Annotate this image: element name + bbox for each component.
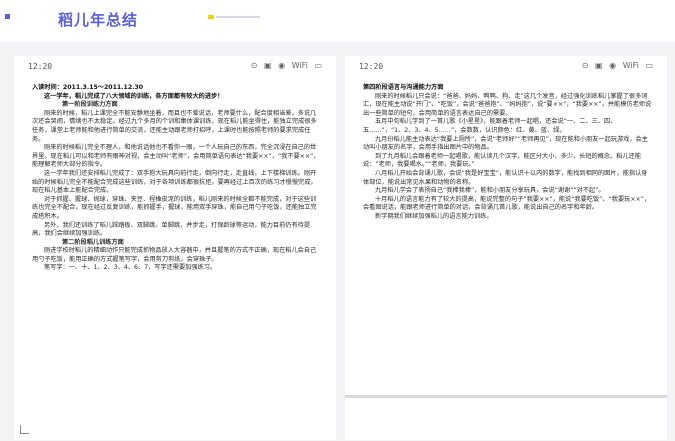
doc-paragraph: 新学期我们继续加强稻儿的语言能力训练。 (375, 212, 493, 220)
doc-paragraph: 这一学年我们还安排稻儿完成了：双手抱大玩具向前行走，倒向行走，走直线，上下楼梯训… (32, 169, 317, 195)
scroll-indicator[interactable] (345, 395, 667, 398)
alarm-icon: ⊙ (250, 61, 258, 70)
content-stage: 12:20 ⊙ ▣ ◉ WiFi ▭ 入读时间：2011.3.15～2011.1… (0, 42, 675, 441)
doc-paragraph: 五月中旬稻儿学到了一首儿歌《小星星》，能跟着老师一起唱，还会说“一、二、三、四、… (363, 118, 617, 134)
crop-corner (20, 425, 29, 434)
document-text: 入读时间：2011.3.15～2011.12.30 这一学年，稻儿完成了八大领域… (32, 84, 322, 273)
doc-paragraph: 刚来的时候稻儿完全不理人，和他说话他也不看你一眼，一个人玩自己的东西，完全沉浸在… (32, 144, 320, 169)
nfc-icon: ▣ (264, 61, 272, 70)
doc-paragraph: 九月份稻儿能主动表达“我要上厕所”，会说“老师好”“老师再见”，现在能和小朋友一… (363, 135, 648, 152)
header-bar: 稻儿年总结 (0, 0, 675, 40)
wifi-icon: WiFi (622, 61, 639, 70)
status-time: 12:20 (28, 62, 53, 71)
title-underline (216, 16, 260, 18)
doc-section-heading: 第一阶段训练力方面 (62, 101, 118, 109)
document-text: 第四阶段语言与沟通能力方面 刚来的时候稻儿只会说：“爸爸、妈妈、鸭鸭、狗、走”这… (363, 84, 653, 222)
wifi-icon: WiFi (291, 61, 308, 70)
doc-paragraph: 刚来的时候，稻儿上课完全不能安静地坐着，而且也不爱说话，老师要什么，配合度相当差… (32, 109, 317, 143)
phone-screenshot-left: 12:20 ⊙ ▣ ◉ WiFi ▭ 入读时间：2011.3.15～2011.1… (14, 56, 336, 440)
doc-paragraph: 笔写字：一、十、1、2、3、4、6、7，写字还需要加强练习。 (44, 264, 217, 272)
status-time: 12:20 (359, 62, 384, 71)
doc-paragraph: 刚来的时候稻儿只会说：“爸爸、妈妈、鸭鸭、狗、走”这几个发音，经过强化训练稻儿掌… (363, 92, 652, 117)
battery-icon: ▭ (314, 61, 322, 70)
doc-section-heading: 第四阶段语言与沟通能力方面 (363, 84, 444, 91)
page-title: 稻儿年总结 (58, 11, 139, 29)
doc-paragraph: 九月稻儿学会了表扬自己“我棒我棒”，能和小朋友分享玩具，会说“谢谢”“对不起”。 (375, 187, 605, 195)
phone-screenshot-right: 12:20 ⊙ ▣ ◉ WiFi ▭ 第四阶段语言与沟通能力方面 刚来的时候稻儿… (345, 56, 667, 440)
doc-paragraph: 到了九月稻儿会跟着老师一起唱歌，能认读几个汉字，能区分大小、多少、长短的概念。稻… (363, 152, 642, 169)
signal-icon: ◉ (609, 61, 617, 70)
status-bar: 12:20 ⊙ ▣ ◉ WiFi ▭ (14, 56, 336, 78)
alarm-icon: ⊙ (581, 61, 589, 70)
doc-date: 入读时间：2011.3.15～2011.12.30 (32, 84, 144, 91)
status-icons: ⊙ ▣ ◉ WiFi ▭ (578, 61, 653, 70)
doc-paragraph: 另外，我们还训练了稻儿踩踏板、双脚跳、单脚跳，并步走，打保龄球等运动，能力目前仍… (32, 221, 311, 238)
doc-section-heading: 第二阶段稻儿训练方面 (62, 238, 124, 246)
nfc-icon: ▣ (595, 61, 603, 70)
doc-summary: 这一学年，稻儿完成了八大领域的训练，各方面都有较大的进步！ (44, 92, 224, 100)
header-marker (5, 14, 10, 19)
signal-icon: ◉ (278, 61, 286, 70)
doc-paragraph: 对于抓握、握球、抛球，穿珠、夹豆、捏橡皮泥的训练，稻儿刚来的时候全都不能完成，对… (32, 195, 317, 220)
doc-paragraph: 八月稻儿开始会背诵儿歌，会说“我是好宝宝”，能认识十以内的数字，能找到相同的图片… (363, 169, 648, 186)
status-icons: ⊙ ▣ ◉ WiFi ▭ (247, 61, 322, 70)
title-decoration (208, 15, 260, 19)
battery-icon: ▭ (645, 61, 653, 70)
doc-paragraph: 十月稻儿的语言能力有了较大的提高，能说完整的句子“我要××”，能说“我要吃饭”、… (363, 195, 651, 212)
status-bar: 12:20 ⊙ ▣ ◉ WiFi ▭ (345, 56, 667, 78)
doc-paragraph: 刚进学校时稻儿的精细动作只能完成抓物品放入大容器中，并且握笔的方式不正确，现在稻… (32, 247, 317, 263)
title-accent (208, 15, 214, 19)
